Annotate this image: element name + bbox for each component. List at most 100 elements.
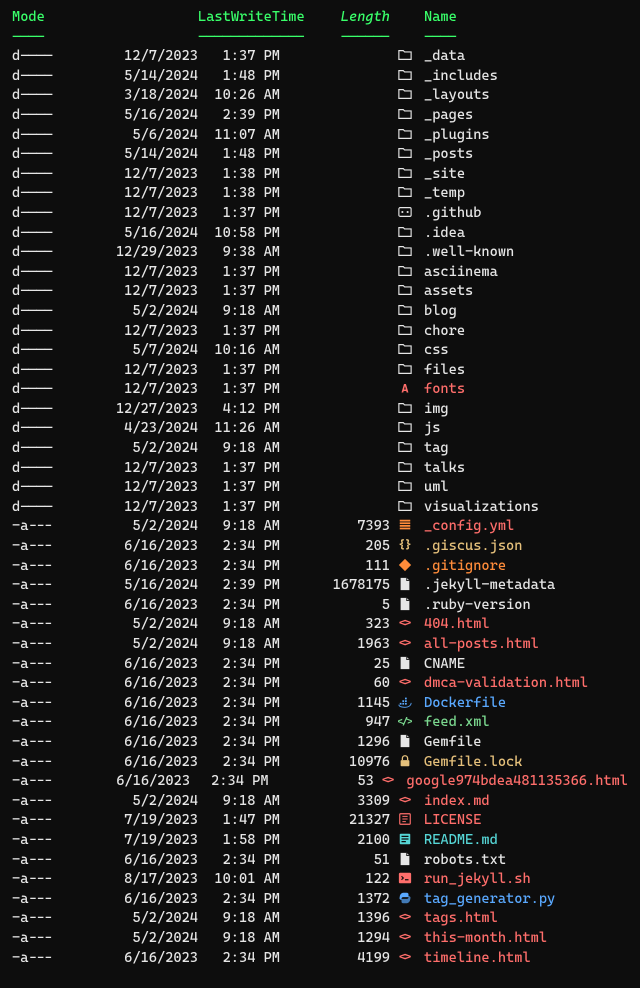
list-item[interactable]: -a---5/2/20249:18 AM3309<>index.md (12, 792, 628, 812)
mode-cell: d---- (12, 498, 62, 518)
name-cell: dmca-validation.html (420, 674, 588, 694)
name-cell: CNAME (420, 655, 465, 675)
list-item[interactable]: -a---6/16/20232:34 PM4199<>timeline.html (12, 949, 628, 969)
list-item[interactable]: d----12/29/20239:38 AM.well-known (12, 243, 628, 263)
mode-cell: -a--- (12, 870, 62, 890)
length-cell: 111 (280, 557, 390, 577)
time-cell: 2:34 PM (198, 890, 280, 910)
list-item[interactable]: d----12/7/20231:37 PMAfonts (12, 380, 628, 400)
list-item[interactable]: -a---5/16/20242:39 PM1678175.jekyll-meta… (12, 576, 628, 596)
date-cell: 7/19/2023 (62, 811, 198, 831)
svg-text:A: A (401, 382, 409, 396)
time-cell: 1:37 PM (198, 263, 280, 283)
svg-text:<>: <> (398, 950, 411, 964)
list-item[interactable]: -a---6/16/20232:34 PM111.gitignore (12, 557, 628, 577)
list-item[interactable]: -a---6/16/20232:34 PM947</>feed.xml (12, 713, 628, 733)
name-cell: Dockerfile (420, 694, 506, 714)
mode-cell: d---- (12, 322, 62, 342)
list-item[interactable]: -a---5/2/20249:18 AM7393_config.yml (12, 517, 628, 537)
list-item[interactable]: -a---6/16/20232:34 PM1145Dockerfile (12, 694, 628, 714)
length-cell: 205 (280, 537, 390, 557)
time-cell: 10:58 PM (198, 224, 280, 244)
list-item[interactable]: -a---6/16/20232:34 PM5.ruby-version (12, 596, 628, 616)
codeslash-icon: </> (390, 713, 420, 733)
github-icon (390, 204, 420, 224)
name-cell: timeline.html (420, 949, 531, 969)
list-item[interactable]: d----12/7/20231:37 PMasciinema (12, 263, 628, 283)
date-cell: 6/16/2023 (62, 557, 198, 577)
date-cell: 6/16/2023 (62, 851, 198, 871)
list-item[interactable]: d----12/7/20231:38 PM_site (12, 165, 628, 185)
code-icon: <> (390, 909, 420, 929)
list-item[interactable]: -a---6/16/20232:34 PM1296Gemfile (12, 733, 628, 753)
list-item[interactable]: -a---5/2/20249:18 AM323<>404.html (12, 615, 628, 635)
folder-icon (390, 86, 420, 106)
time-cell: 2:34 PM (198, 655, 280, 675)
lock-icon (390, 753, 420, 773)
time-cell: 11:07 AM (198, 126, 280, 146)
svg-text:<>: <> (398, 793, 411, 807)
name-cell: Gemfile (420, 733, 481, 753)
list-item[interactable]: d----4/23/202411:26 AMjs (12, 419, 628, 439)
date-cell: 12/7/2023 (62, 282, 198, 302)
list-item[interactable]: -a---6/16/20232:34 PM1372tag_generator.p… (12, 890, 628, 910)
time-cell: 1:37 PM (198, 282, 280, 302)
list-item[interactable]: -a---7/19/20231:58 PM2100README.md (12, 831, 628, 851)
name-cell: _layouts (420, 86, 490, 106)
list-item[interactable]: d----5/2/20249:18 AMblog (12, 302, 628, 322)
list-item[interactable]: d----12/27/20234:12 PMimg (12, 400, 628, 420)
folder-icon (390, 302, 420, 322)
header-lastwrite: LastWriteTime (198, 8, 280, 28)
svg-text:<>: <> (398, 930, 411, 944)
date-cell: 5/2/2024 (62, 929, 198, 949)
list-item[interactable]: d----12/7/20231:37 PMvisualizations (12, 498, 628, 518)
list-item[interactable]: -a---5/2/20249:18 AM1963<>all-posts.html (12, 635, 628, 655)
list-item[interactable]: d----5/16/20242:39 PM_pages (12, 106, 628, 126)
list-item[interactable]: d----5/2/20249:18 AMtag (12, 439, 628, 459)
list-item[interactable]: d----12/7/20231:37 PMassets (12, 282, 628, 302)
list-item[interactable]: -a---8/17/202310:01 AM122run_jekyll.sh (12, 870, 628, 890)
mode-cell: d---- (12, 263, 62, 283)
list-item[interactable]: d----12/7/20231:37 PM.github (12, 204, 628, 224)
list-item[interactable]: d----12/7/20231:37 PMchore (12, 322, 628, 342)
time-cell: 1:37 PM (198, 47, 280, 67)
mode-cell: -a--- (12, 615, 62, 635)
date-cell: 6/16/2023 (62, 890, 198, 910)
mode-cell: -a--- (12, 929, 62, 949)
file-listing: d----12/7/20231:37 PM_datad----5/14/2024… (12, 47, 628, 968)
list-item[interactable]: -a---5/2/20249:18 AM1396<>tags.html (12, 909, 628, 929)
mode-cell: -a--- (12, 655, 62, 675)
list-item[interactable]: -a---6/16/20232:34 PM205{}.giscus.json (12, 537, 628, 557)
file-icon (390, 576, 420, 596)
date-cell: 12/7/2023 (62, 380, 198, 400)
name-cell: .idea (420, 224, 465, 244)
list-item[interactable]: d----5/7/202410:16 AMcss (12, 341, 628, 361)
list-item[interactable]: d----12/7/20231:37 PMuml (12, 478, 628, 498)
name-cell: run_jekyll.sh (420, 870, 531, 890)
python-icon (390, 890, 420, 910)
date-cell: 12/7/2023 (62, 322, 198, 342)
folder-icon (390, 67, 420, 87)
list-item[interactable]: -a---5/2/20249:18 AM1294<>this-month.htm… (12, 929, 628, 949)
time-cell: 2:34 PM (190, 772, 268, 792)
file-icon (390, 733, 420, 753)
list-item[interactable]: d----5/14/20241:48 PM_posts (12, 145, 628, 165)
list-item[interactable]: d----12/7/20231:38 PM_temp (12, 184, 628, 204)
list-item[interactable]: -a---6/16/20232:34 PM51robots.txt (12, 851, 628, 871)
list-item[interactable]: -a---6/16/20232:34 PM60<>dmca-validation… (12, 674, 628, 694)
list-item[interactable]: d----5/16/202410:58 PM.idea (12, 224, 628, 244)
svg-text:</>: </> (398, 717, 412, 728)
list-item[interactable]: -a---6/16/20232:34 PM53<>google974bdea48… (12, 772, 628, 792)
list-item[interactable]: d----5/6/202411:07 AM_plugins (12, 126, 628, 146)
length-cell: 1678175 (280, 576, 390, 596)
list-item[interactable]: -a---6/16/20232:34 PM25CNAME (12, 655, 628, 675)
name-cell: _plugins (420, 126, 490, 146)
list-item[interactable]: d----12/7/20231:37 PMfiles (12, 361, 628, 381)
list-item[interactable]: d----3/18/202410:26 AM_layouts (12, 86, 628, 106)
list-item[interactable]: -a---7/19/20231:47 PM21327LICENSE (12, 811, 628, 831)
list-item[interactable]: d----5/14/20241:48 PM_includes (12, 67, 628, 87)
date-cell: 12/7/2023 (62, 361, 198, 381)
list-item[interactable]: -a---6/16/20232:34 PM10976Gemfile.lock (12, 753, 628, 773)
list-item[interactable]: d----12/7/20231:37 PMtalks (12, 459, 628, 479)
list-item[interactable]: d----12/7/20231:37 PM_data (12, 47, 628, 67)
